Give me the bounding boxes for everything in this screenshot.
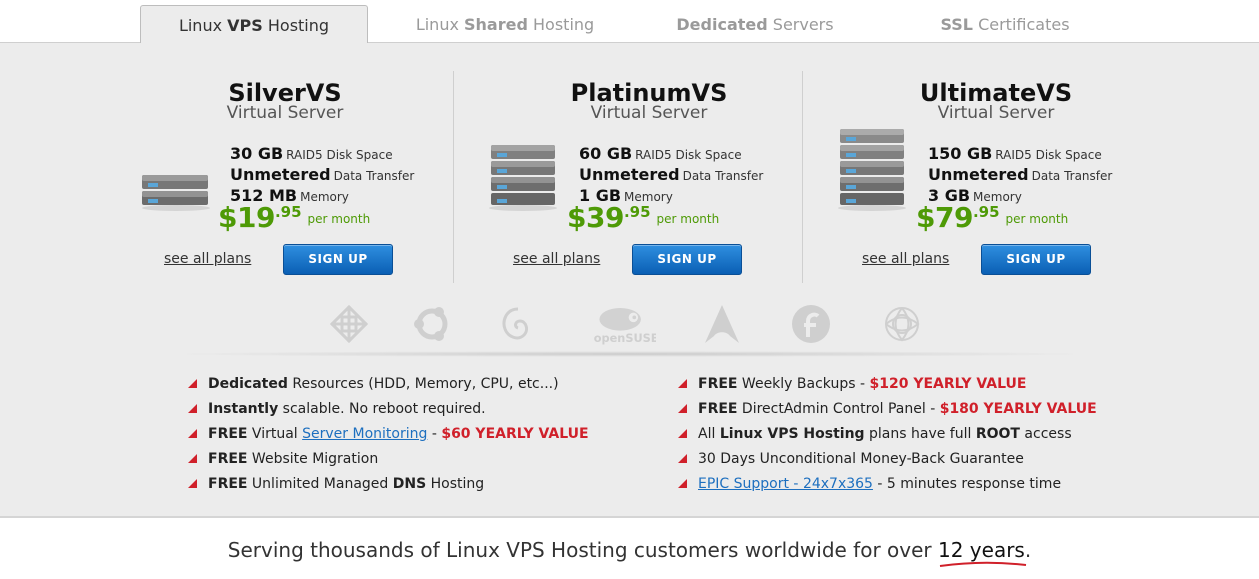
arch-icon — [705, 305, 739, 343]
sign-up-button[interactable]: SIGN UP — [981, 244, 1091, 275]
epic-support-link[interactable]: EPIC Support - 24x7x365 — [698, 476, 873, 492]
plan-card-platinumvs: PlatinumVS Virtual Server 60 GB RAID5 Dis… — [479, 71, 819, 291]
list-item: FREE Unlimited Managed DNS Hosting — [188, 473, 589, 498]
plan-card-silvervs: SilverVS Virtual Server 30 GB RAID5 Disk … — [130, 71, 470, 291]
fedora-icon — [792, 305, 830, 343]
years-highlight: 12 years — [938, 538, 1027, 567]
tab-ssl-certificates[interactable]: SSL Certificates — [910, 5, 1100, 43]
server-rack-image — [489, 145, 557, 211]
list-item: 30 Days Unconditional Money-Back Guarant… — [678, 448, 1097, 473]
spec-transfer: Unmetered Data Transfer — [928, 165, 1113, 184]
features-list-right: FREE Weekly Backups - $120 YEARLY VALUE … — [678, 373, 1097, 498]
list-item: FREE DirectAdmin Control Panel - $180 YE… — [678, 398, 1097, 423]
spec-transfer: Unmetered Data Transfer — [230, 165, 415, 184]
list-item: EPIC Support - 24x7x365 - 5 minutes resp… — [678, 473, 1097, 498]
see-all-plans-link[interactable]: see all plans — [513, 251, 600, 267]
list-item: FREE Virtual Server Monitoring - $60 YEA… — [188, 423, 589, 448]
debian-icon — [502, 307, 529, 340]
vps-plans-panel: SilverVS Virtual Server 30 GB RAID5 Disk … — [0, 43, 1259, 518]
list-item: FREE Weekly Backups - $120 YEARLY VALUE — [678, 373, 1097, 398]
hosting-tabs: Linux VPS Hosting Linux Shared Hosting D… — [0, 0, 1259, 46]
features-list-left: Dedicated Resources (HDD, Memory, CPU, e… — [188, 373, 589, 498]
os-logos-row: openSUSE — [0, 301, 1259, 349]
tab-linux-shared-hosting[interactable]: Linux Shared Hosting — [400, 5, 610, 43]
plan-subtitle: Virtual Server — [590, 103, 708, 123]
server-rack-image — [838, 129, 906, 211]
plan-subtitle: Virtual Server — [226, 103, 344, 123]
svg-text:openSUSE: openSUSE — [594, 332, 656, 345]
sign-up-button[interactable]: SIGN UP — [283, 244, 393, 275]
opensuse-icon: openSUSE — [594, 307, 656, 345]
spec-disk: 150 GB RAID5 Disk Space — [928, 144, 1102, 163]
centos-icon — [329, 304, 369, 344]
plan-card-ultimatevs: UltimateVS Virtual Server 150 GB RAID5 D… — [828, 71, 1168, 291]
divider-shadow — [160, 351, 1100, 357]
list-item: FREE Website Migration — [188, 448, 589, 473]
server-rack-image — [142, 175, 210, 211]
list-item: Instantly scalable. No reboot required. — [188, 398, 589, 423]
spec-transfer: Unmetered Data Transfer — [579, 165, 764, 184]
spec-disk: 30 GB RAID5 Disk Space — [230, 144, 393, 163]
tab-linux-vps-hosting[interactable]: Linux VPS Hosting — [140, 5, 368, 46]
sign-up-button[interactable]: SIGN UP — [632, 244, 742, 275]
red-underline-swoosh — [939, 561, 1027, 567]
server-monitoring-link[interactable]: Server Monitoring — [302, 426, 427, 442]
plan-price: $19.95 per month — [218, 201, 371, 234]
see-all-plans-link[interactable]: see all plans — [164, 251, 251, 267]
see-all-plans-link[interactable]: see all plans — [862, 251, 949, 267]
plan-price: $79.95 per month — [916, 201, 1069, 234]
list-item: All Linux VPS Hosting plans have full RO… — [678, 423, 1097, 448]
tab-dedicated-servers[interactable]: Dedicated Servers — [660, 5, 850, 43]
plan-subtitle: Virtual Server — [937, 103, 1055, 123]
plan-price: $39.95 per month — [567, 201, 720, 234]
list-item: Dedicated Resources (HDD, Memory, CPU, e… — [188, 373, 589, 398]
spec-disk: 60 GB RAID5 Disk Space — [579, 144, 742, 163]
footer-tagline: Serving thousands of Linux VPS Hosting c… — [0, 538, 1259, 567]
ubuntu-icon — [414, 307, 448, 341]
gentoo-icon — [885, 307, 920, 342]
